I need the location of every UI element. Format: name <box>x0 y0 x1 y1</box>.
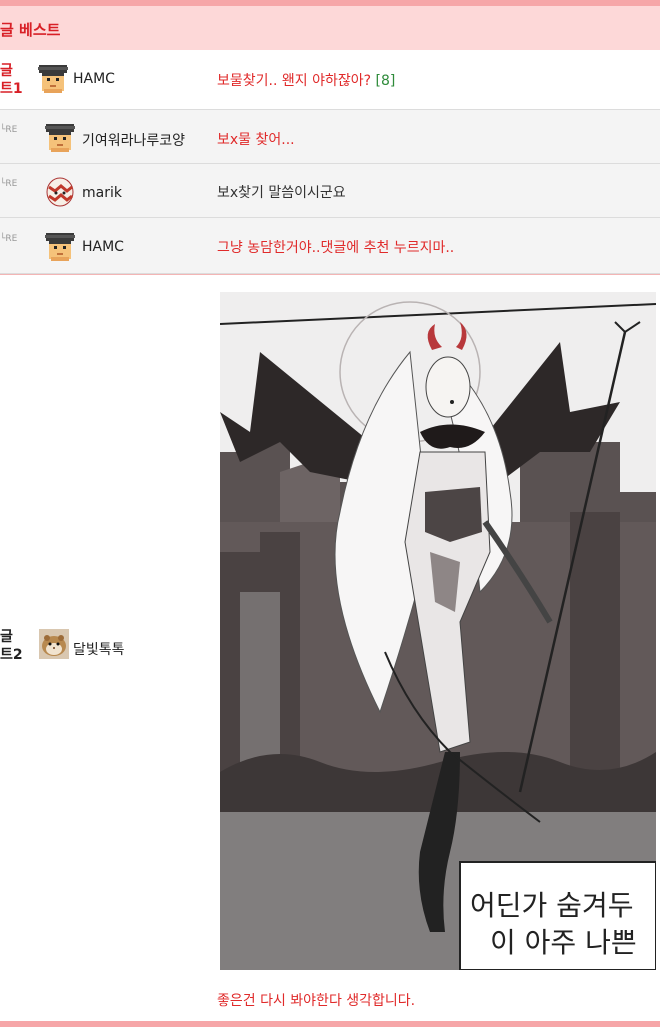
comment-text[interactable]: 좋은건 다시 봐야한다 생각합니다. <box>217 990 415 1010</box>
nickname[interactable]: 기여워라나루코양 <box>82 130 185 150</box>
image-caption-line2: 이 아주 나쁜 <box>490 926 637 959</box>
nickname[interactable]: marik <box>82 185 122 201</box>
nickname[interactable]: HAMC <box>73 71 115 87</box>
rank-line1: 글 <box>0 629 13 645</box>
section-divider <box>0 274 660 275</box>
image-caption-line1: 어딘가 숨겨두 <box>470 889 633 922</box>
pixel-avatar-icon[interactable] <box>38 63 68 93</box>
comment-text[interactable]: 보물찾기.. 왠지 야하잖아? [8] <box>217 70 395 90</box>
reply-row-3: └RE HAMC 그냥 농담한거야..댓글에 추천 누르지마.. <box>0 218 660 274</box>
egg-avatar-icon[interactable] <box>45 177 75 207</box>
best-comments-header: 글 베스트 <box>0 6 660 50</box>
comment-body[interactable]: 보물찾기.. 왠지 야하잖아? <box>217 73 371 89</box>
pixel-avatar-icon[interactable] <box>45 231 75 261</box>
header-title: 글 베스트 <box>0 21 61 39</box>
rank-line1: 글 <box>0 63 13 79</box>
reply-arrow-icon: └RE <box>0 179 18 189</box>
post-image[interactable]: 어딘가 숨겨두 이 아주 나쁜 <box>220 292 656 970</box>
best-rank-1: 글 트1 <box>0 62 23 98</box>
comment-text[interactable]: 보x물 찾어... <box>217 129 295 149</box>
nickname[interactable]: 달빛톡톡 <box>73 639 125 659</box>
reply-row-2: └RE marik 보x찾기 말씀이시군요 <box>0 164 660 218</box>
reply-arrow-icon: └RE <box>0 234 18 244</box>
comment-text[interactable]: 보x찾기 말씀이시군요 <box>217 182 346 202</box>
reply-count[interactable]: [8] <box>375 73 395 89</box>
best-comment-row-1: 글 트1 HAMC 보물찾기.. 왠지 야하잖아? [8] <box>0 50 660 110</box>
bottom-border <box>0 1021 660 1027</box>
hamster-avatar-icon[interactable] <box>39 629 69 659</box>
nickname[interactable]: HAMC <box>82 239 124 255</box>
pixel-avatar-icon[interactable] <box>45 122 75 152</box>
rank-line2: 트2 <box>0 647 23 663</box>
rank-line2: 트1 <box>0 81 23 97</box>
reply-arrow-icon: └RE <box>0 125 18 135</box>
comment-text[interactable]: 그냥 농담한거야..댓글에 추천 누르지마.. <box>217 237 454 257</box>
best-rank-2: 글 트2 <box>0 628 23 664</box>
reply-row-1: └RE 기여워라나루코양 보x물 찾어... <box>0 110 660 164</box>
